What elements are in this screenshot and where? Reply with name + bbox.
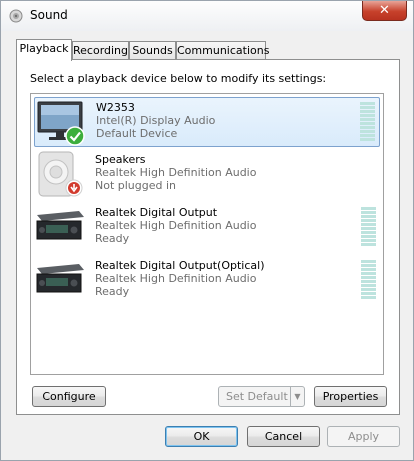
default-check-badge: [65, 126, 85, 146]
device-item-w2353[interactable]: W2353 Intel(R) Display Audio Default Dev…: [34, 97, 380, 147]
set-default-label: Set Default: [226, 390, 288, 403]
configure-button[interactable]: Configure: [32, 386, 106, 407]
sound-app-icon: [9, 9, 23, 23]
device-name: Speakers: [95, 153, 146, 166]
device-item-digital-output-optical[interactable]: Realtek Digital Output(Optical) Realtek …: [34, 256, 380, 306]
window-title: Sound: [30, 8, 68, 22]
playback-panel: Select a playback device below to modify…: [16, 59, 400, 415]
device-status: Ready: [95, 285, 130, 298]
apply-label: Apply: [347, 430, 380, 443]
device-driver: Realtek High Definition Audio: [95, 166, 257, 179]
configure-label: Configure: [42, 390, 96, 403]
volume-meter: [361, 207, 376, 247]
unplugged-badge: [65, 179, 83, 197]
device-list[interactable]: W2353 Intel(R) Display Audio Default Dev…: [30, 93, 384, 375]
receiver-icon: [36, 264, 84, 293]
device-status: Not plugged in: [95, 179, 177, 192]
device-driver: Intel(R) Display Audio: [96, 114, 216, 127]
sound-dialog: Sound ✕ Playback Recording Sounds Commun…: [0, 0, 414, 461]
monitor-icon: [37, 101, 85, 146]
device-item-speakers[interactable]: Speakers Realtek High Definition Audio N…: [34, 150, 380, 200]
ok-button[interactable]: OK: [165, 426, 238, 447]
cancel-label: Cancel: [264, 430, 303, 443]
title-bar[interactable]: Sound ✕: [1, 1, 413, 31]
apply-button[interactable]: Apply: [327, 426, 400, 447]
device-status: Default Device: [96, 127, 178, 140]
device-item-digital-output[interactable]: Realtek Digital Output Realtek High Defi…: [34, 203, 380, 253]
instruction-text: Select a playback device below to modify…: [30, 72, 327, 85]
device-driver: Realtek High Definition Audio: [95, 219, 257, 232]
tab-communications[interactable]: Communications: [176, 41, 270, 60]
volume-meter: [361, 260, 376, 300]
tab-recording-label: Recording: [73, 44, 129, 57]
chevron-down-icon[interactable]: ▼: [290, 387, 304, 406]
close-icon: ✕: [379, 3, 390, 18]
tab-recording[interactable]: Recording: [72, 41, 129, 60]
device-status: Ready: [95, 232, 130, 245]
tab-playback[interactable]: Playback: [16, 39, 72, 61]
set-default-button[interactable]: Set Default ▼: [218, 386, 305, 407]
device-name: Realtek Digital Output: [95, 206, 218, 219]
speaker-icon: [38, 151, 83, 197]
volume-meter: [360, 102, 375, 142]
properties-button[interactable]: Properties: [314, 386, 387, 407]
tab-sounds-label: Sounds: [132, 44, 173, 57]
receiver-icon: [36, 211, 84, 240]
properties-label: Properties: [322, 390, 379, 403]
close-button[interactable]: ✕: [362, 1, 407, 21]
device-name: W2353: [96, 101, 135, 114]
ok-label: OK: [193, 430, 210, 443]
device-driver: Realtek High Definition Audio: [95, 272, 257, 285]
tab-sounds[interactable]: Sounds: [129, 41, 176, 60]
device-name: Realtek Digital Output(Optical): [95, 259, 265, 272]
cancel-button[interactable]: Cancel: [247, 426, 320, 447]
tab-playback-label: Playback: [19, 42, 69, 55]
tab-communications-label: Communications: [177, 44, 270, 57]
